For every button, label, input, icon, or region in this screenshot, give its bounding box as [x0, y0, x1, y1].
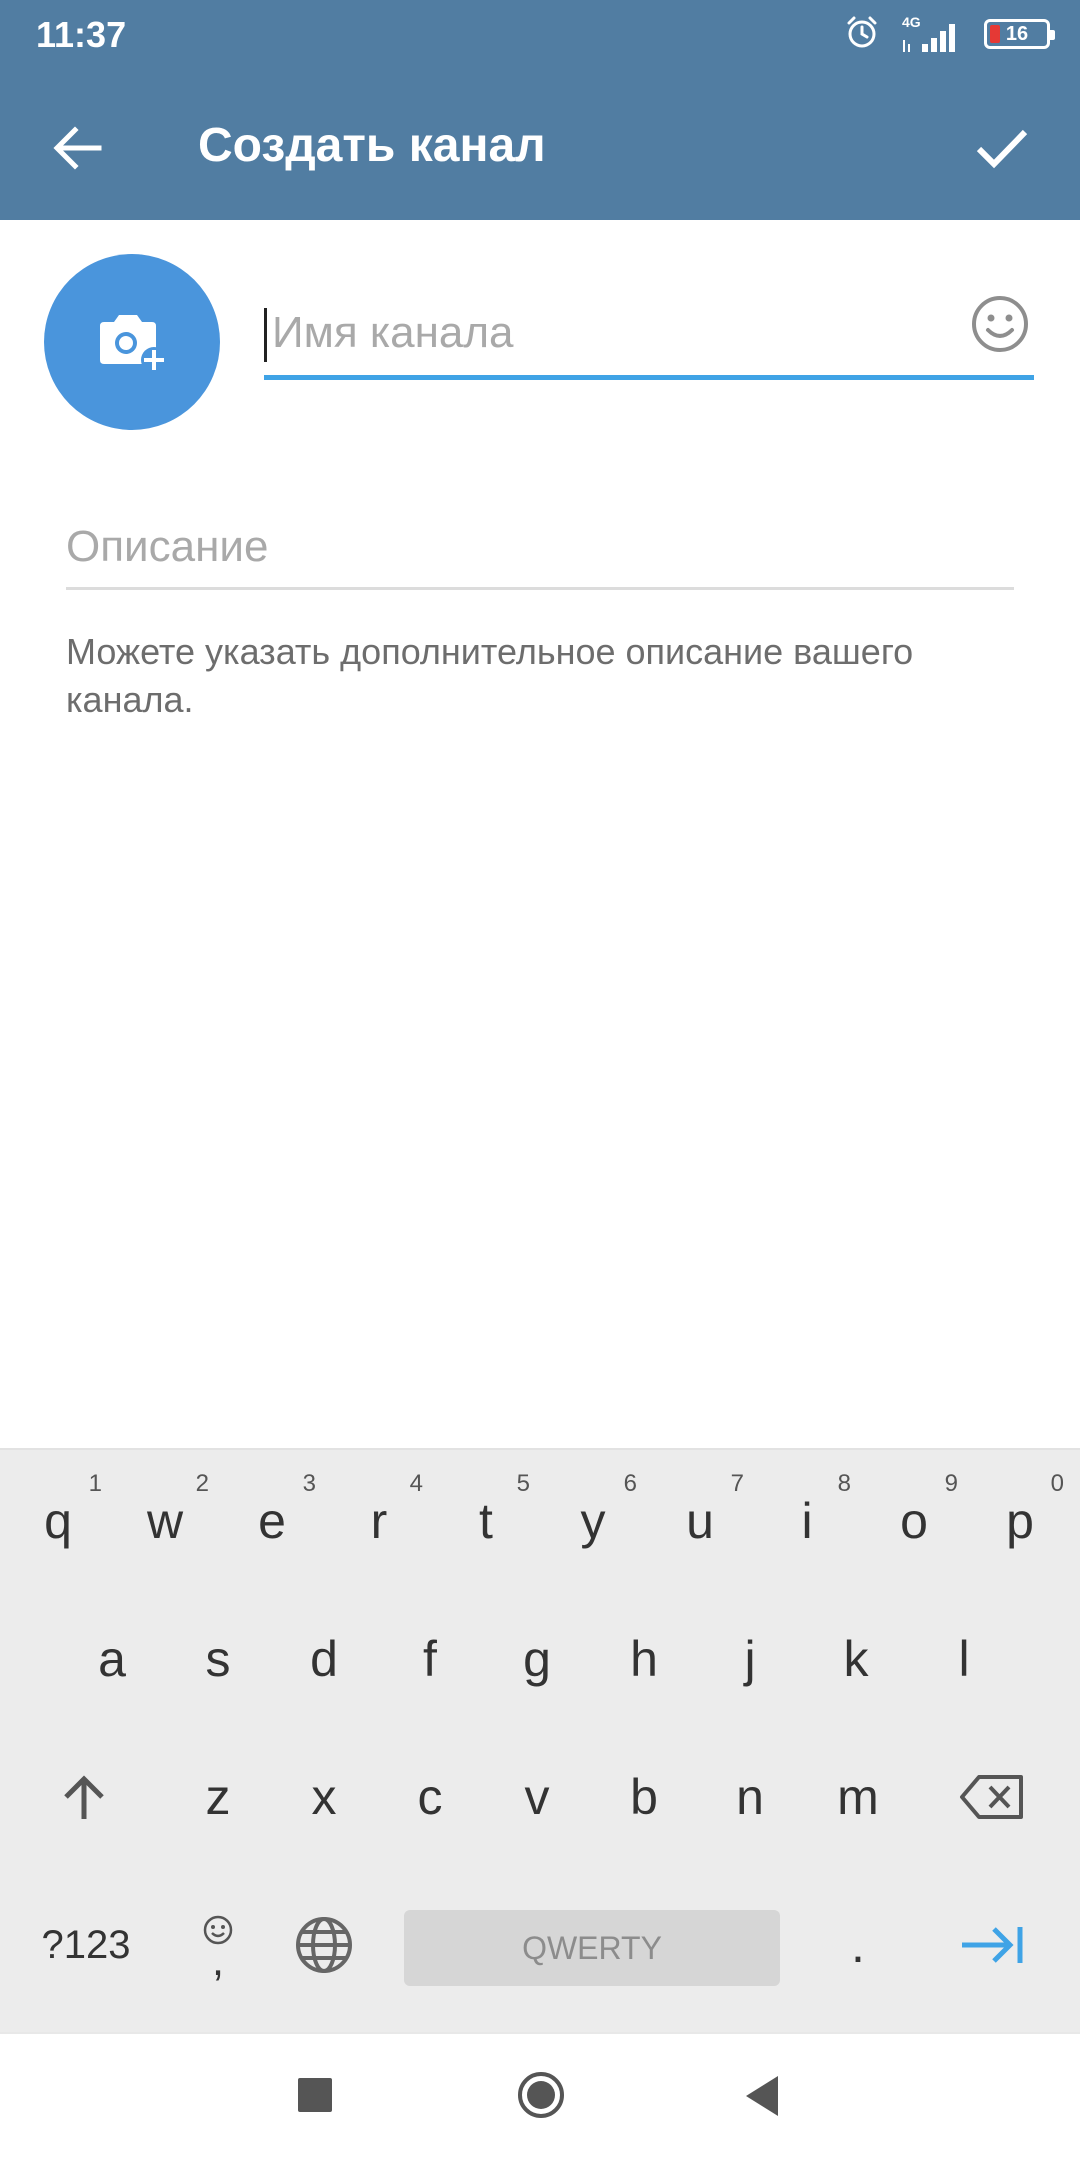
key-hint: 2: [195, 1470, 209, 1497]
key-label: q: [44, 1493, 72, 1549]
smile-icon: [972, 296, 1028, 352]
comma-label: ,: [211, 1936, 225, 1985]
key-l[interactable]: l: [914, 1604, 1014, 1714]
create-channel-screen: 11:37 4G 16 Создать канал Имя канала Опи…: [0, 0, 1080, 2160]
set-channel-photo-button[interactable]: [44, 254, 220, 430]
text-cursor: [264, 308, 267, 362]
key-hint: 3: [302, 1470, 316, 1497]
key-j[interactable]: j: [700, 1604, 800, 1714]
key-hint: 8: [837, 1470, 851, 1497]
backspace-key[interactable]: [942, 1742, 1042, 1852]
tab-arrow-icon: [962, 1927, 1023, 1963]
key-hint: 9: [944, 1470, 958, 1497]
key-w[interactable]: w2: [115, 1466, 215, 1576]
home-icon[interactable]: [516, 2070, 566, 2120]
key-f[interactable]: f: [380, 1604, 480, 1714]
space-key[interactable]: QWERTY: [404, 1910, 780, 1986]
period-key[interactable]: .: [808, 1890, 908, 2000]
emoji-button[interactable]: [970, 294, 1030, 354]
channel-description-input[interactable]: [66, 514, 1014, 580]
key-i[interactable]: i8: [757, 1466, 857, 1576]
key-s[interactable]: s: [168, 1604, 268, 1714]
key-g[interactable]: g: [487, 1604, 587, 1714]
signal-icon: 4G: [902, 14, 962, 54]
key-n[interactable]: n: [700, 1742, 800, 1852]
key-x[interactable]: x: [274, 1742, 374, 1852]
next-key[interactable]: [942, 1890, 1042, 2000]
page-title: Создать канал: [198, 119, 546, 172]
key-k[interactable]: k: [806, 1604, 906, 1714]
channel-name-field[interactable]: [264, 290, 1034, 380]
key-label: y: [580, 1493, 606, 1549]
checkmark-icon: [976, 129, 1028, 169]
key-hint: 6: [623, 1470, 637, 1497]
key-hint: 1: [88, 1470, 102, 1497]
key-hint: 5: [516, 1470, 530, 1497]
key-t[interactable]: t5: [436, 1466, 536, 1576]
key-hint: 0: [1050, 1470, 1064, 1497]
key-label: p: [1006, 1493, 1034, 1549]
status-icons: 4G 16: [844, 12, 1055, 56]
key-u[interactable]: u7: [650, 1466, 750, 1576]
key-label: o: [900, 1493, 928, 1549]
key-b[interactable]: b: [594, 1742, 694, 1852]
key-o[interactable]: o9: [864, 1466, 964, 1576]
globe-icon: [296, 1917, 352, 1973]
channel-description-field[interactable]: [66, 510, 1014, 590]
done-button[interactable]: [964, 110, 1040, 186]
language-key[interactable]: [274, 1890, 374, 2000]
channel-name-input[interactable]: [272, 300, 912, 366]
key-h[interactable]: h: [594, 1604, 694, 1714]
key-label: t: [479, 1493, 493, 1549]
key-q[interactable]: q1: [8, 1466, 108, 1576]
key-label: u: [686, 1493, 714, 1549]
key-p[interactable]: p0: [970, 1466, 1070, 1576]
alarm-icon: [844, 14, 880, 55]
key-hint: 7: [730, 1470, 744, 1497]
recent-apps-icon[interactable]: [298, 2078, 332, 2112]
backspace-icon: [960, 1775, 1023, 1819]
battery-icon: 16: [984, 19, 1055, 49]
camera-add-icon: [100, 315, 167, 373]
key-label: e: [258, 1493, 286, 1549]
back-icon[interactable]: [742, 2074, 782, 2118]
key-v[interactable]: v: [487, 1742, 587, 1852]
navigation-bar: [0, 2032, 1080, 2160]
back-button[interactable]: [40, 110, 116, 186]
key-c[interactable]: c: [380, 1742, 480, 1852]
app-bar: 11:37 4G 16 Создать канал: [0, 0, 1080, 220]
key-z[interactable]: z: [168, 1742, 268, 1852]
shift-key[interactable]: [34, 1742, 134, 1852]
key-hint: 4: [409, 1470, 423, 1497]
key-r[interactable]: r4: [329, 1466, 429, 1576]
shift-arrow-icon: [64, 1775, 104, 1819]
key-label: i: [801, 1493, 813, 1549]
description-help-text: Можете указать дополнительное описание в…: [66, 631, 914, 720]
status-time: 11:37: [36, 14, 127, 55]
arrow-left-icon: [53, 126, 102, 170]
key-m[interactable]: m: [808, 1742, 908, 1852]
keyboard: q1 w2 e3 r4 t5 y6 u7 i8 o9 p0 a s d f g …: [0, 1448, 1080, 2032]
battery-level: 16: [1005, 22, 1029, 45]
symbols-key[interactable]: ?123: [24, 1890, 148, 2000]
key-d[interactable]: d: [274, 1604, 374, 1714]
key-y[interactable]: y6: [543, 1466, 643, 1576]
key-label: w: [146, 1493, 184, 1549]
battery-fill: [990, 25, 1000, 43]
comma-key[interactable]: ,: [168, 1890, 268, 2000]
key-label: r: [370, 1493, 388, 1549]
key-a[interactable]: a: [62, 1604, 162, 1714]
key-e[interactable]: e3: [222, 1466, 322, 1576]
